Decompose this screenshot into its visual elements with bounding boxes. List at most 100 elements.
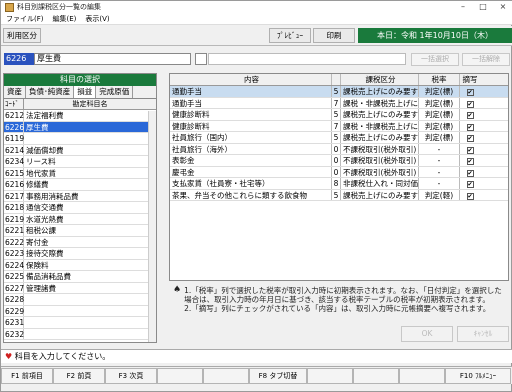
- list-item[interactable]: 6227 管理諸費: [4, 282, 156, 294]
- table-row[interactable]: 社員旅行（国内） 5 課税売上げにのみ要する 判定(標) ✔: [170, 132, 508, 144]
- f2-button[interactable]: F2 前頁: [53, 368, 105, 384]
- f5-button[interactable]: [203, 368, 249, 384]
- col-content: 内容: [170, 74, 332, 85]
- copy-checkbox[interactable]: ✔: [466, 112, 474, 119]
- col-code: ｺｰﾄﾞ: [4, 99, 24, 109]
- list-item[interactable]: 6219 水道光熱費: [4, 213, 156, 225]
- usage-button[interactable]: 利用区分: [3, 28, 41, 43]
- tab-assets[interactable]: 資産: [4, 86, 26, 98]
- account-list: 6212 法定福利費 6226 厚生費 6119 6214 減価償却費 6234 リース…: [4, 110, 156, 340]
- copy-checkbox[interactable]: ✔: [466, 146, 474, 154]
- menu-file[interactable]: ファイル(F): [6, 14, 44, 24]
- note-1: 1.「税率」列で選択した税率が取引入力時に初期表示されます。なお、「日付判定」を…: [184, 286, 502, 304]
- account-tabs: 資産 負債･純資産 損益 完成原価: [4, 86, 156, 99]
- table-row[interactable]: 健康診断料 5 課税売上げにのみ要する 判定(標) ✔: [170, 109, 508, 121]
- grid-header: 内容 課税区分 税率 摘写: [170, 74, 508, 86]
- copy-checkbox[interactable]: ✔: [466, 158, 474, 165]
- copy-checkbox[interactable]: ✔: [466, 135, 474, 142]
- spade-icon: ♠: [173, 285, 182, 295]
- today-date: 本日：令和 1年10月10日（木）: [358, 28, 512, 43]
- list-item[interactable]: 6224 保険料: [4, 259, 156, 271]
- tab-liabilities[interactable]: 負債･純資産: [26, 86, 75, 98]
- f7-button[interactable]: [353, 368, 399, 384]
- preview-button[interactable]: ﾌﾟﾚﾋﾞｭｰ: [269, 28, 311, 43]
- status-bar: ♥ 科目を入力してください。: [1, 349, 512, 363]
- col-copy: 摘写: [462, 75, 478, 84]
- copy-checkbox[interactable]: ✔: [466, 89, 474, 96]
- list-item[interactable]: 6223 接待交際費: [4, 248, 156, 260]
- menu-edit[interactable]: 編集(E): [53, 14, 77, 24]
- toolbar: 利用区分 ﾌﾟﾚﾋﾞｭｰ 印刷 本日：令和 1年10月10日（木）: [1, 26, 512, 46]
- tab-completed-cost[interactable]: 完成原価: [96, 86, 134, 98]
- batch-select-button[interactable]: 一括選択: [411, 53, 459, 66]
- list-item[interactable]: 6119: [4, 133, 156, 145]
- app-window: 科目別課税区分一覧の編集 – □ × ファイル(F) 編集(E) 表示(V) 利…: [0, 0, 512, 392]
- note-2: 2.「摘写」列にチェックがされている「内容」は、取引入力時に元帳摘要へ複写されま…: [184, 304, 491, 313]
- app-icon: [5, 2, 14, 12]
- table-row[interactable]: 表彰金 0 不課税取引(税外取引) - ✔: [170, 155, 508, 167]
- table-row[interactable]: 通勤手当 7 課税・非課税売上げに共 判定(標) ✔: [170, 97, 508, 109]
- account-select-panel: 科目の選択 資産 負債･純資産 損益 完成原価 ｺｰﾄﾞ 勘定科目名 6212 法…: [3, 73, 157, 343]
- list-item[interactable]: 6221 租税公課: [4, 225, 156, 237]
- list-item[interactable]: 6216 修繕費: [4, 179, 156, 191]
- list-item[interactable]: 6214 減価償却費: [4, 144, 156, 156]
- heart-icon: ♥: [5, 352, 13, 361]
- account-list-header: ｺｰﾄﾞ 勘定科目名: [4, 99, 156, 110]
- f1-button[interactable]: F1 前項目: [1, 368, 53, 384]
- menu-bar: ファイル(F) 編集(E) 表示(V): [1, 13, 512, 25]
- account-list-scrollbar[interactable]: [148, 111, 156, 342]
- list-item[interactable]: 6232: [4, 328, 156, 340]
- col-account-name: 勘定科目名: [72, 100, 108, 108]
- f9-button[interactable]: [399, 368, 445, 384]
- window-title: 科目別課税区分一覧の編集: [17, 3, 101, 11]
- copy-checkbox[interactable]: ✔: [466, 169, 474, 177]
- print-button[interactable]: 印刷: [313, 28, 355, 43]
- list-item[interactable]: 6225 備品消耗品費: [4, 271, 156, 283]
- copy-checkbox[interactable]: ✔: [466, 123, 474, 131]
- list-item[interactable]: 6215 地代家賃: [4, 167, 156, 179]
- list-item[interactable]: 6228: [4, 294, 156, 306]
- list-item[interactable]: 6234 リース料: [4, 156, 156, 168]
- cancel-button[interactable]: ｷｬﾝｾﾙ: [457, 326, 509, 342]
- tab-profit-loss[interactable]: 損益: [74, 86, 97, 98]
- col-tax-rate: 税率: [419, 74, 460, 85]
- copy-checkbox[interactable]: ✔: [466, 192, 474, 200]
- menu-view[interactable]: 表示(V): [85, 14, 109, 24]
- list-item[interactable]: 6231: [4, 317, 156, 329]
- f8-button[interactable]: F8 タブ切替: [249, 368, 307, 384]
- function-key-bar: F1 前項目 F2 前頁 F3 次頁 F8 タブ切替 F10 ﾌﾙﾒﾆｭｰ: [1, 366, 512, 384]
- list-item[interactable]: 6218 通信交通費: [4, 202, 156, 214]
- list-item[interactable]: 6212 法定福利費: [4, 110, 156, 122]
- table-row[interactable]: 慶弔金 0 不課税取引(税外取引) - ✔: [170, 166, 508, 178]
- list-item[interactable]: 6222 寄付金: [4, 236, 156, 248]
- copy-checkbox[interactable]: ✔: [466, 181, 474, 188]
- col-tax-category: 課税区分: [341, 74, 419, 85]
- ok-button[interactable]: OK: [401, 326, 453, 342]
- list-item-selected[interactable]: 6226 厚生費: [4, 121, 156, 133]
- table-row[interactable]: 通勤手当 5 課税売上げにのみ要する 判定(標) ✔: [170, 86, 508, 98]
- list-item[interactable]: 6229: [4, 305, 156, 317]
- account-code-input[interactable]: 6226: [4, 53, 34, 65]
- status-message: 科目を入力してください。: [14, 352, 111, 361]
- table-row[interactable]: 支払家賃（社員寮・社宅等） 8 非課税仕入れ・同対価 - ✔: [170, 178, 508, 190]
- f6-button[interactable]: [307, 368, 353, 384]
- table-row[interactable]: 健康診断料 7 課税・非課税売上げに共 判定(標) ✔: [170, 120, 508, 132]
- batch-clear-button[interactable]: 一括解除: [462, 53, 510, 66]
- sub-code-input[interactable]: [195, 53, 207, 65]
- tax-category-grid: 内容 課税区分 税率 摘写 通勤手当 5 課税売上げにのみ要する 判定(標) ✔ 通勤手…: [169, 73, 509, 281]
- selection-row: 6226 厚生費 一括選択 一括解除: [1, 51, 512, 67]
- account-name-field: 厚生費: [34, 53, 191, 65]
- minimize-button[interactable]: –: [453, 1, 473, 13]
- sub-name-field: [208, 53, 406, 65]
- close-button[interactable]: ×: [493, 1, 512, 13]
- maximize-button[interactable]: □: [473, 1, 493, 13]
- account-select-header: 科目の選択: [4, 74, 156, 86]
- f10-button[interactable]: F10 ﾌﾙﾒﾆｭｰ: [445, 368, 511, 384]
- f4-button[interactable]: [157, 368, 203, 384]
- table-row[interactable]: 茶果、弁当その他これらに類する飲食物 5 課税売上げにのみ要する 判定(軽) ✔: [170, 189, 508, 201]
- list-item[interactable]: 6217 事務用消耗品費: [4, 190, 156, 202]
- table-row[interactable]: 社員旅行（海外） 0 不課税取引(税外取引) - ✔: [170, 143, 508, 155]
- title-bar: 科目別課税区分一覧の編集 – □ ×: [1, 1, 512, 13]
- f3-button[interactable]: F3 次頁: [105, 368, 157, 384]
- copy-checkbox[interactable]: ✔: [466, 100, 474, 108]
